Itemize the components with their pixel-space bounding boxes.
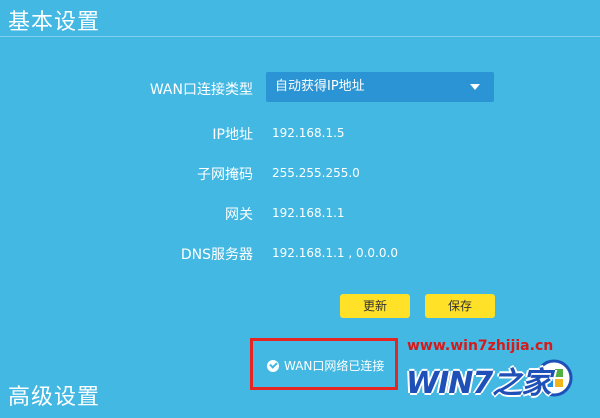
wan-type-label: WAN口连接类型: [149, 82, 253, 98]
dropdown-arrow-icon: [470, 84, 480, 90]
subnet-mask-label: 子网掩码: [197, 167, 253, 183]
check-icon: [267, 360, 279, 372]
ip-label: IP地址: [212, 127, 253, 143]
wan-status-text: WAN口网络已连接: [284, 359, 385, 373]
save-button[interactable]: 保存: [425, 294, 495, 318]
dns-label: DNS服务器: [180, 247, 253, 263]
refresh-button[interactable]: 更新: [340, 294, 410, 318]
ip-value: 192.168.1.5: [272, 126, 345, 140]
divider: [0, 36, 600, 37]
subnet-mask-value: 255.255.255.0: [272, 166, 360, 180]
basic-settings-title: 基本设置: [8, 10, 101, 35]
watermark-logo-text: WIN7之家: [406, 366, 551, 401]
gateway-value: 192.168.1.1: [272, 206, 345, 220]
wan-status: WAN口网络已连接: [267, 357, 384, 374]
gateway-label: 网关: [225, 207, 253, 223]
wan-type-value: 自动获得IP地址: [275, 79, 365, 94]
dns-value: 192.168.1.1 , 0.0.0.0: [272, 246, 398, 260]
watermark-url: www.win7zhijia.cn: [407, 338, 554, 354]
advanced-settings-title: 高级设置: [8, 385, 101, 410]
wan-type-select[interactable]: 自动获得IP地址: [266, 72, 494, 102]
